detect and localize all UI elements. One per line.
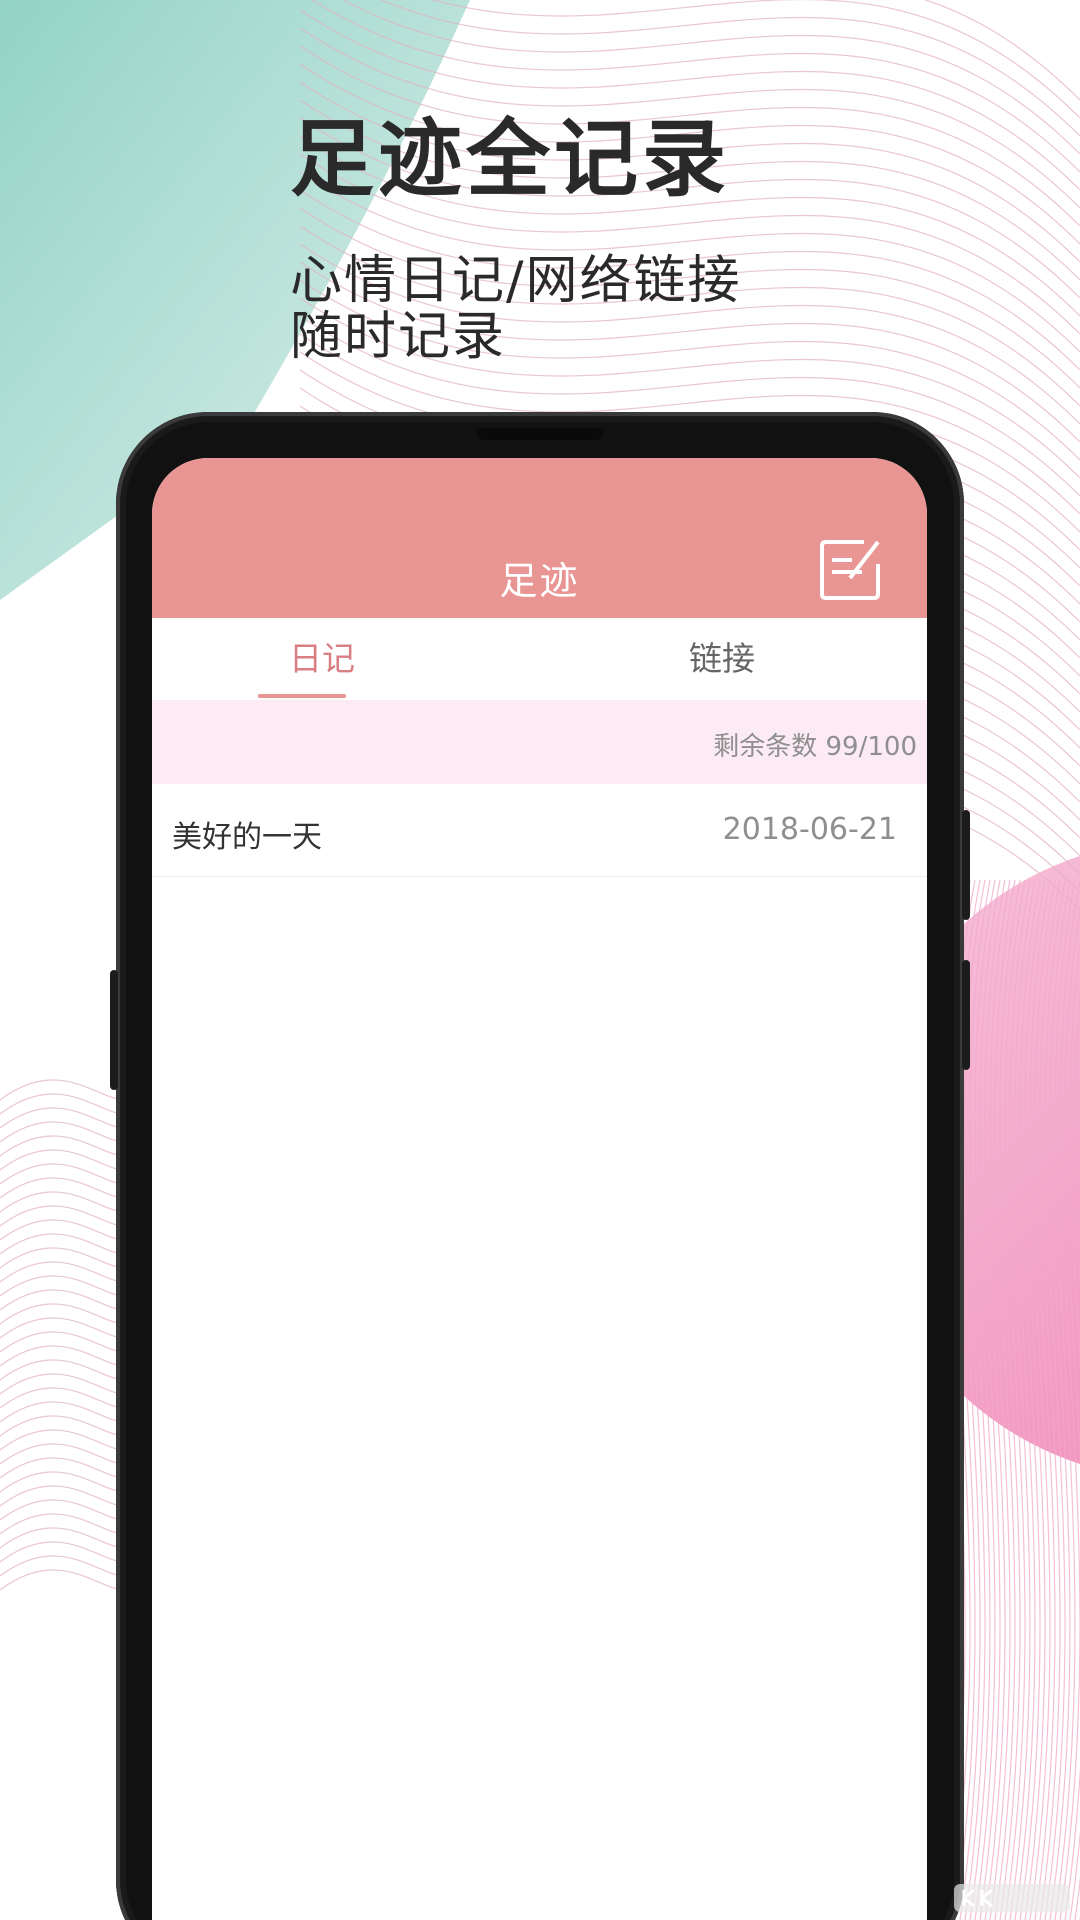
list-item[interactable]: 美好的一天 2018-06-21 <box>152 784 927 877</box>
promo-subline-second: 随时记录 <box>290 307 507 367</box>
edit-button[interactable] <box>820 538 882 600</box>
entry-title: 美好的一天 <box>172 820 322 855</box>
remaining-count-bar: 剩余条数 99/100 <box>152 700 927 784</box>
remaining-count-text: 剩余条数 99/100 <box>713 732 917 762</box>
phone-side-button <box>110 970 118 1090</box>
app-header: 足迹 <box>152 458 927 618</box>
kk-logo-watermark <box>954 1884 1070 1912</box>
tab-bar: 日记 链接 <box>152 618 927 700</box>
promo-headline: 足迹全记录 <box>290 110 731 208</box>
edit-note-icon <box>820 540 880 600</box>
phone-side-button <box>962 960 970 1070</box>
tab-diary[interactable]: 日记 <box>262 618 382 700</box>
phone-side-button <box>962 810 970 920</box>
app-title: 足迹 <box>499 559 580 603</box>
phone-screen: 足迹 日记 链接 剩余条数 99/100 美好的一天 2018-06-21 <box>152 458 927 1920</box>
tab-links[interactable]: 链接 <box>662 618 782 700</box>
entry-date: 2018-06-21 <box>722 812 897 847</box>
tab-selected-indicator <box>258 694 346 698</box>
phone-notch <box>476 428 604 440</box>
